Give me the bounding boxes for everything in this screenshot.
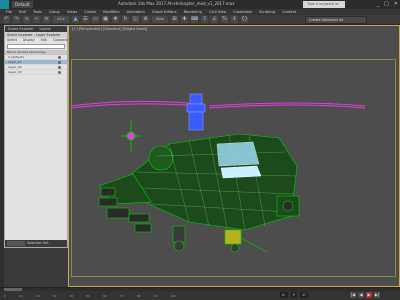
place-icon[interactable]: ⊕: [142, 16, 149, 23]
frame-tick: 20: [35, 293, 40, 298]
frame-tick: 40: [69, 293, 74, 298]
link-icon[interactable]: ∞: [23, 16, 30, 23]
frame-tick: 80: [136, 293, 141, 298]
spinner-snap-icon[interactable]: ⇕: [231, 16, 238, 23]
window-crossing-icon[interactable]: ▣: [102, 16, 109, 23]
explorer-menu: Select Display Edit Customize: [5, 38, 70, 43]
explorer-search-input[interactable]: [7, 44, 65, 49]
bind-space-warp-icon[interactable]: ≋: [43, 16, 50, 23]
move-icon[interactable]: ✥: [112, 16, 119, 23]
perspective-viewport[interactable]: [+] [Perspective] [Standard] [Edged Face…: [68, 25, 400, 287]
visibility-icon[interactable]: [58, 61, 61, 64]
frame-tick: 0: [4, 293, 6, 298]
visibility-icon[interactable]: [58, 66, 61, 69]
redo-icon[interactable]: ↷: [13, 16, 20, 23]
previous-frame-button[interactable]: ◀: [358, 292, 364, 298]
workspace-selector[interactable]: Default: [12, 1, 33, 8]
unlink-icon[interactable]: ⌁: [33, 16, 40, 23]
search-input[interactable]: Type a keyword or phrase: [303, 1, 345, 13]
x-coordinate-field[interactable]: X:: [280, 292, 288, 298]
title-bar: Default Autodesk 3ds Max 2017 Ah-Helicop…: [0, 0, 400, 13]
rectangular-selection-icon[interactable]: ▭: [92, 16, 99, 23]
nose-sensor: [276, 195, 300, 217]
window-controls: _ □ ✕: [377, 1, 398, 7]
go-to-end-button[interactable]: ▶|: [374, 292, 380, 298]
named-selection-sets-dropdown[interactable]: Create Selection Se: [305, 16, 367, 24]
go-to-start-button[interactable]: |◀: [350, 292, 356, 298]
main-rotor-blades: [70, 100, 366, 109]
angle-snap-icon[interactable]: ∠: [211, 16, 218, 23]
frame-tick: 100: [170, 293, 177, 298]
explorer-menu-customize[interactable]: Customize: [53, 38, 70, 43]
layer-label: Layer_02: [8, 65, 22, 69]
app-window: Default Autodesk 3ds Max 2017 Ah-Helicop…: [0, 0, 400, 300]
y-coordinate-field[interactable]: Y:: [290, 292, 298, 298]
pivot-icon[interactable]: ⊞: [171, 16, 178, 23]
frame-tick: 30: [52, 293, 57, 298]
frame-tick: 60: [103, 293, 107, 298]
visibility-icon[interactable]: [58, 56, 61, 59]
frame-tick: 90: [153, 293, 158, 298]
coordinate-display: X: Y: Z:: [280, 292, 309, 298]
frame-tick: 50: [86, 293, 91, 298]
frame-tick: 10: [18, 293, 23, 298]
undo-icon[interactable]: ↶: [3, 16, 10, 23]
list-item[interactable]: Layer_03: [5, 70, 67, 75]
rotate-icon[interactable]: ↻: [122, 16, 129, 23]
percent-snap-icon[interactable]: %: [221, 16, 228, 23]
select-manipulate-icon[interactable]: ✚: [181, 16, 188, 23]
scene-explorer-panel: Scene Explorer Layers Scene Explorer - L…: [4, 25, 70, 248]
select-by-name-icon[interactable]: ☰: [82, 16, 89, 23]
maximize-button[interactable]: □: [384, 1, 389, 7]
layer-label: Layer_03: [8, 70, 22, 74]
explorer-menu-select[interactable]: Select: [7, 38, 17, 43]
play-button[interactable]: ▶: [366, 292, 372, 298]
cockpit-canopy: [216, 141, 262, 179]
status-bar: 0 10 20 30 40 50 60 70 80 90 100 X: Y: Z…: [0, 291, 400, 300]
tail-rotor: [121, 121, 141, 151]
edit-named-selections-icon[interactable]: {}: [241, 16, 248, 23]
helicopter-wireframe-model[interactable]: [69, 26, 400, 288]
keyboard-shortcut-icon[interactable]: ⌨: [191, 16, 198, 23]
layer-label: Layer_01: [8, 60, 22, 64]
close-button[interactable]: ✕: [394, 1, 398, 7]
reference-coordinate-dropdown[interactable]: View: [152, 16, 168, 23]
visibility-icon[interactable]: [58, 71, 61, 74]
z-coordinate-field[interactable]: Z:: [300, 292, 309, 298]
explorer-menu-edit[interactable]: Edit: [41, 38, 47, 43]
selection-set-label: Selection Set:: [27, 241, 50, 245]
frame-tick: 70: [119, 293, 124, 298]
landing-gear: [172, 225, 268, 253]
scale-icon[interactable]: ◱: [132, 16, 139, 23]
explorer-footer: Selection Set:: [5, 240, 67, 247]
timeline-ticks: 0 10 20 30 40 50 60 70 80 90 100: [4, 294, 176, 298]
app-logo-icon[interactable]: [0, 0, 9, 9]
minimize-button[interactable]: _: [377, 1, 380, 7]
select-object-icon[interactable]: ▲: [72, 16, 79, 23]
explorer-type-dropdown[interactable]: [7, 241, 25, 246]
layer-label: 0 (default): [8, 55, 24, 59]
selection-filter-dropdown[interactable]: All ▾: [53, 16, 69, 23]
playback-controls: |◀ ◀ ▶ ▶|: [350, 292, 380, 298]
window-title: Autodesk 3ds Max 2017 Ah-Helicopter_mod_…: [118, 1, 235, 6]
snaps-toggle-icon[interactable]: 3: [201, 16, 208, 23]
explorer-menu-display[interactable]: Display: [23, 38, 35, 43]
rotor-mast: [186, 93, 206, 131]
